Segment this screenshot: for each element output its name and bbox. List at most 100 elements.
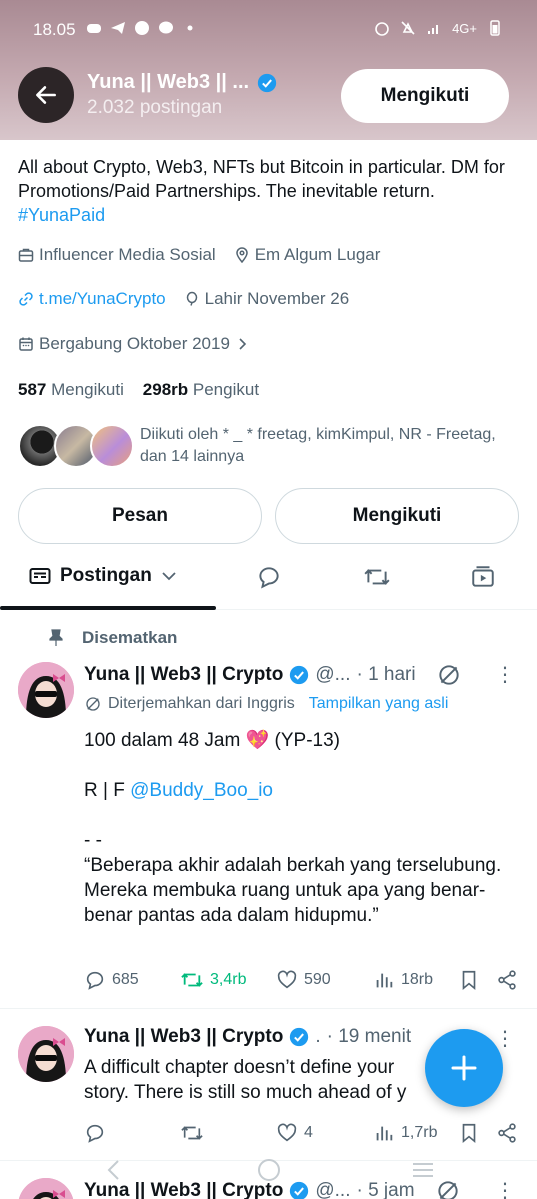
avatar-illustration	[18, 1178, 74, 1199]
post-header: Yuna || Web3 || Crypto . · 19 menit	[84, 1026, 411, 1048]
show-original-link[interactable]: Tampilkan yang asli	[309, 695, 449, 713]
post-text: A difficult chapter doesn’t define your …	[84, 1057, 407, 1103]
avatar-illustration	[18, 1026, 74, 1082]
tab-media[interactable]	[470, 564, 496, 590]
post-handle: @...	[315, 664, 351, 685]
post-avatar[interactable]	[18, 662, 74, 718]
repost-icon	[181, 973, 203, 987]
profile-location: Em Algum Lugar	[234, 245, 380, 265]
avatar-illustration	[18, 662, 74, 718]
post-actions: 685 3,4rb 590 18rb	[84, 969, 524, 995]
post-author-name[interactable]: Yuna || Web3 || Crypto	[84, 1180, 283, 1199]
translate-icon	[86, 697, 100, 711]
followers-stat[interactable]: 298rb Pengikut	[143, 380, 259, 399]
views-button[interactable]: 1,7rb	[373, 1122, 437, 1144]
reply-button[interactable]: 685	[84, 969, 139, 991]
verified-badge-icon	[257, 73, 277, 92]
compose-post-button[interactable]	[425, 1029, 503, 1107]
profile-joined[interactable]: Bergabung Oktober 2019	[18, 334, 249, 354]
gamepad-icon	[87, 24, 101, 33]
plus-icon	[451, 1055, 477, 1081]
views-button[interactable]: 18rb	[373, 969, 433, 991]
profile-meta-row-2: t.me/YunaCrypto Lahir November 26	[18, 289, 363, 309]
post-avatar[interactable]	[18, 1026, 74, 1082]
repost-icon	[364, 569, 390, 585]
network-type: 4G+	[452, 20, 477, 36]
location-pin-icon	[235, 247, 248, 263]
post-handle: @...	[315, 1180, 351, 1199]
reply-icon	[86, 971, 104, 990]
followed-by-section[interactable]: Diikuti oleh * _ * freetag, kimKimpul, N…	[18, 422, 528, 472]
profile-link[interactable]: t.me/YunaCrypto	[18, 289, 166, 309]
balloon-icon	[186, 291, 197, 306]
bookmark-button[interactable]	[458, 969, 480, 991]
profile-meta-row-1: Influencer Media Sosial Em Algum Lugar	[18, 245, 394, 265]
nav-back-icon[interactable]	[104, 1158, 124, 1182]
post-author-name[interactable]: Yuna || Web3 || Crypto	[84, 1026, 283, 1048]
status-bar: 18.05 4G+	[0, 0, 537, 60]
reply-bubble-icon	[259, 567, 279, 589]
bookmark-icon	[462, 970, 476, 991]
header-profile-name: Yuna || Web3 || ...	[87, 71, 277, 94]
verified-badge-icon	[290, 665, 309, 685]
following-button[interactable]: Mengikuti	[275, 488, 519, 544]
back-button[interactable]	[18, 67, 74, 123]
share-icon	[498, 970, 516, 990]
bookmark-button[interactable]	[458, 1122, 480, 1144]
post-line: “Beberapa akhir adalah berkah yang terse…	[84, 855, 502, 926]
profile-birthday: Lahir November 26	[184, 289, 349, 309]
chevron-right-icon	[239, 338, 247, 350]
post-more-options-icon[interactable]: ⋮	[495, 1026, 515, 1051]
active-tab-indicator	[0, 606, 216, 610]
tab-replies[interactable]	[256, 564, 282, 590]
following-stat[interactable]: 587 Mengikuti	[18, 380, 124, 399]
mute-icon	[401, 21, 415, 35]
follower-avatars	[18, 422, 134, 470]
pin-icon	[49, 629, 63, 646]
facebook-icon	[135, 21, 149, 35]
like-button[interactable]: 4	[276, 1122, 313, 1144]
tab-posts[interactable]: Postingan	[28, 564, 178, 588]
system-icons: 4G+	[374, 20, 503, 36]
profile-joined-row[interactable]: Bergabung Oktober 2019	[18, 334, 263, 354]
profile-header-banner: 18.05 4G+ Yuna || Web3 || ... 2.032 post…	[0, 0, 537, 140]
post-line: R | F @Buddy_Boo_io	[84, 780, 273, 801]
avatar	[90, 424, 134, 468]
grok-icon[interactable]	[435, 1178, 461, 1199]
share-icon	[498, 1123, 516, 1143]
like-button[interactable]: 590	[276, 969, 331, 991]
post-more-options-icon[interactable]: ⋮	[495, 1178, 515, 1199]
dot-icon	[187, 25, 193, 31]
notification-icons	[86, 20, 198, 36]
briefcase-icon	[18, 248, 34, 262]
post-time: · 5 jam	[356, 1180, 415, 1199]
verified-badge-icon	[290, 1027, 309, 1047]
bio-hashtag-link[interactable]: #YunaPaid	[18, 205, 105, 225]
post-author-name[interactable]: Yuna || Web3 || Crypto	[84, 664, 283, 686]
translation-notice: Diterjemahkan dari Inggris Tampilkan yan…	[84, 695, 448, 713]
message-button[interactable]: Pesan	[18, 488, 262, 544]
profile-bio: All about Crypto, Web3, NFTs but Bitcoin…	[18, 157, 505, 225]
header-following-button[interactable]: Mengikuti	[341, 69, 509, 123]
repost-button[interactable]: 3,4rb	[180, 969, 246, 991]
mention-link[interactable]: @Buddy_Boo_io	[130, 780, 273, 801]
grok-icon[interactable]	[436, 662, 462, 688]
reply-icon	[86, 1124, 104, 1143]
link-icon	[19, 292, 33, 306]
share-button[interactable]	[496, 1122, 518, 1144]
tab-reposts[interactable]	[363, 564, 391, 590]
post-more-options-icon[interactable]: ⋮	[495, 662, 515, 687]
telegram-icon	[111, 22, 125, 34]
nav-home-icon[interactable]	[256, 1158, 282, 1182]
post-divider	[0, 1008, 537, 1009]
share-button[interactable]	[496, 969, 518, 991]
reply-button[interactable]	[84, 1122, 112, 1144]
post-avatar[interactable]	[18, 1178, 74, 1199]
messenger-icon	[159, 21, 173, 34]
follow-stats: 587 Mengikuti 298rb Pengikut	[18, 380, 259, 400]
nav-recents-icon[interactable]	[410, 1158, 436, 1182]
posts-feed-icon	[29, 568, 51, 584]
post-line: - -	[84, 830, 102, 851]
repost-button[interactable]	[180, 1122, 210, 1144]
battery-icon	[490, 20, 500, 36]
